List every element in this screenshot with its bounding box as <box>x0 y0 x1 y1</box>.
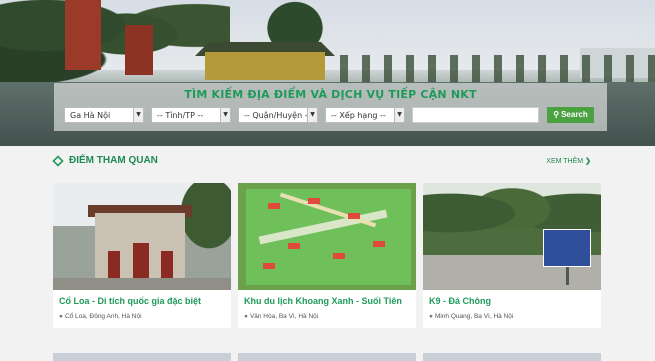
hero-banner: TÌM KIẾM ĐỊA ĐIỂM VÀ DỊCH VỤ TIẾP CẬN NK… <box>0 0 655 146</box>
chevron-down-icon: ▼ <box>133 108 143 122</box>
district-select-value: -- Quận/Huyện -- <box>244 111 311 120</box>
section-header: ĐIỂM THAM QUAN XEM THÊM ❯ <box>52 154 601 170</box>
chevron-down-icon: ▼ <box>220 108 230 122</box>
city-select[interactable]: Ga Hà Nội ▼ <box>64 107 144 123</box>
attraction-address: ● Minh Quang, Ba Vì, Hà Nội <box>429 313 513 320</box>
search-button-label: Search <box>561 110 588 119</box>
hero-tower-2 <box>125 25 153 75</box>
see-more-label: XEM THÊM <box>546 158 584 165</box>
district-select[interactable]: -- Quận/Huyện -- ▼ <box>238 107 318 123</box>
attraction-name[interactable]: Khu du lịch Khoang Xanh - Suối Tiên <box>244 296 402 306</box>
next-row-card[interactable] <box>423 353 601 361</box>
attraction-name[interactable]: Cổ Loa - Di tích quốc gia đặc biệt <box>59 296 201 306</box>
attraction-address-text: Minh Quang, Ba Vì, Hà Nội <box>434 313 514 320</box>
map-pin-icon: ● <box>59 313 63 320</box>
search-title: TÌM KIẾM ĐỊA ĐIỂM VÀ DỊCH VỤ TIẾP CẬN NK… <box>184 88 477 101</box>
attraction-address-text: Cổ Loa, Đông Anh, Hà Nội <box>64 313 142 320</box>
chevron-right-icon: ❯ <box>585 158 591 165</box>
next-row-card[interactable] <box>238 353 416 361</box>
hero-tower <box>65 0 101 70</box>
hero-temple <box>205 52 325 80</box>
hero-palms <box>340 55 655 85</box>
attraction-address: ● Cổ Loa, Đông Anh, Hà Nội <box>59 313 142 320</box>
attraction-name[interactable]: K9 - Đá Chông <box>429 296 491 306</box>
attraction-card[interactable]: Khu du lịch Khoang Xanh - Suối Tiên ● Vân… <box>238 183 416 328</box>
diamond-icon <box>52 155 64 167</box>
next-row-card[interactable] <box>53 353 231 361</box>
search-input[interactable] <box>412 107 539 123</box>
attraction-photo[interactable] <box>423 183 601 290</box>
hero-trees-left <box>0 0 230 85</box>
chevron-down-icon: ▼ <box>394 108 404 122</box>
city-select-value: Ga Hà Nội <box>70 111 111 120</box>
attraction-card[interactable]: K9 - Đá Chông ● Minh Quang, Ba Vì, Hà Nội <box>423 183 601 328</box>
search-button[interactable]: ⚲ Search <box>547 107 594 123</box>
attraction-address-text: Vân Hòa, Ba Vì, Hà Nội <box>249 313 319 320</box>
rank-select[interactable]: -- Xếp hạng -- ▼ <box>325 107 405 123</box>
province-select[interactable]: -- Tỉnh/TP -- ▼ <box>151 107 231 123</box>
attraction-photo[interactable] <box>53 183 231 290</box>
map-pin-icon: ● <box>429 313 433 320</box>
map-pin-icon: ● <box>244 313 248 320</box>
see-more-link[interactable]: XEM THÊM ❯ <box>546 157 591 165</box>
attraction-address: ● Vân Hòa, Ba Vì, Hà Nội <box>244 313 318 320</box>
attraction-card[interactable]: Cổ Loa - Di tích quốc gia đặc biệt ● Cổ L… <box>53 183 231 328</box>
search-icon: ⚲ <box>553 110 560 119</box>
province-select-value: -- Tỉnh/TP -- <box>157 111 204 120</box>
chevron-down-icon: ▼ <box>307 108 317 122</box>
search-panel: TÌM KIẾM ĐỊA ĐIỂM VÀ DỊCH VỤ TIẾP CẬN NK… <box>54 83 607 131</box>
attraction-photo[interactable] <box>238 183 416 290</box>
rank-select-value: -- Xếp hạng -- <box>331 111 386 120</box>
section-title: ĐIỂM THAM QUAN <box>69 155 158 166</box>
